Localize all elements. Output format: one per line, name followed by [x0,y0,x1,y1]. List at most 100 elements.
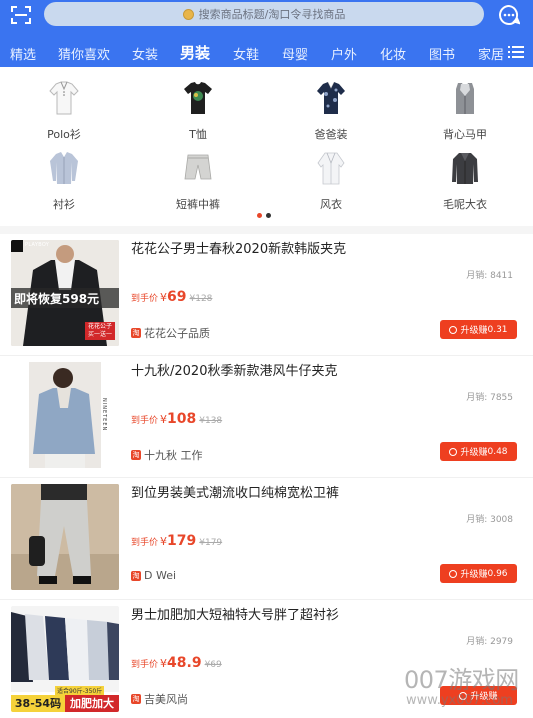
category-label: 毛呢大衣 [443,198,487,211]
shorts-icon [184,154,212,180]
tab-womens[interactable]: 女装 [132,44,158,63]
tab-guess-you-like[interactable]: 猜你喜欢 [58,44,110,63]
tab-cosmetics[interactable]: 化妆 [380,44,406,63]
price-value: 69 [167,289,187,305]
product-image[interactable]: 适合90斤-350斤 38-54码 加肥加大 [11,606,119,712]
price-row: 到手价 ¥48.9 ¥69 [131,652,222,671]
category-trench[interactable]: 风衣 [281,150,381,212]
price-label: 到手价 [131,294,159,304]
category-label: 短裤中裤 [176,198,220,211]
clock-icon [449,325,458,334]
dress-shirt-icon [50,152,78,184]
price-row: 到手价 ¥69 ¥128 [131,286,212,305]
product-image-tag: 加肥加大 [65,695,119,712]
scan-icon[interactable] [10,4,32,26]
tab-books[interactable]: 图书 [429,44,455,63]
category-vest[interactable]: 背心马甲 [415,80,515,142]
price-label: 到手价 [131,660,159,670]
price-value: 48.9 [167,655,202,671]
product-title: 花花公子男士春秋2020新款韩版夹克 [131,242,347,257]
category-label: 背心马甲 [443,128,487,141]
site-watermark: 007游戏网 www.yx007.com [402,660,533,718]
currency-symbol: ¥ [160,413,168,426]
currency-symbol: ¥ [160,535,168,548]
polo-shirt-icon [49,81,79,115]
tab-outdoor[interactable]: 户外 [331,44,357,63]
original-price: ¥69 [204,660,222,670]
product-brand-logo: NINETEEN [101,398,107,432]
product-image-banner: 即将恢复598元 [14,292,100,306]
carousel-dot-active [257,213,262,218]
product-image[interactable]: PLAYBOY 即将恢复598元 花花公子 买一送一 [11,240,119,346]
price-value: 179 [167,533,197,549]
shop-name[interactable]: 淘花花公子品质 [131,325,210,341]
search-coin-icon [182,8,194,20]
category-label: T恤 [189,128,207,141]
search-placeholder: 搜索商品标题/淘口令寻找商品 [198,8,346,21]
tab-featured[interactable]: 精选 [10,44,36,63]
original-price: ¥138 [199,416,223,426]
category-label: 爸爸装 [314,128,348,141]
category-tabs: 精选 猜你喜欢 女装 男装 女鞋 母婴 户外 化妆 图书 家居 [0,36,533,66]
category-dad-wear[interactable]: 爸爸装 [281,80,381,142]
product-image-size: 38-54码 [11,695,65,712]
carousel-dot [266,213,271,218]
upgrade-earn-button[interactable]: 升级赚 0.96 [440,564,517,583]
sales-count: 月销: 8411 [466,271,513,281]
category-tshirt[interactable]: T恤 [148,80,248,142]
product-title: 到位男装美式潮流收口纯棉宽松卫裤 [131,486,340,501]
product-image[interactable] [11,484,119,590]
watermark-url: www.yx007.com [406,693,513,708]
price-label: 到手价 [131,416,159,426]
category-polo[interactable]: Polo衫 [14,80,114,142]
category-label: 风衣 [320,198,342,211]
sales-count: 月销: 2979 [466,637,513,647]
taobao-badge-icon: 淘 [131,694,141,704]
dad-shirt-icon [317,81,345,114]
product-image-range: 适合90斤-350斤 [55,686,105,695]
shop-name[interactable]: 淘吉美风尚 [131,691,188,707]
category-shirt[interactable]: 衬衫 [14,150,114,212]
tab-home[interactable]: 家居 [478,44,504,63]
product-title: 十九秋/2020秋季新款港风牛仔夹克 [131,364,338,379]
search-bar[interactable]: 搜索商品标题/淘口令寻找商品 [44,2,484,26]
top-header: 搜索商品标题/淘口令寻找商品 精选 猜你喜欢 女装 男装 女鞋 母婴 户外 化妆… [0,0,533,67]
upgrade-earn-button[interactable]: 升级赚 0.48 [440,442,517,461]
category-wool-coat[interactable]: 毛呢大衣 [415,150,515,212]
taobao-badge-icon: 淘 [131,450,141,460]
tab-womens-shoes[interactable]: 女鞋 [233,44,259,63]
category-shorts[interactable]: 短裤中裤 [148,150,248,212]
product-card[interactable]: NINETEEN 十九秋/2020秋季新款港风牛仔夹克 月销: 7855 到手价… [0,356,533,476]
original-price: ¥179 [199,538,223,548]
tab-mother-baby[interactable]: 母婴 [282,44,308,63]
price-label: 到手价 [131,538,159,548]
product-title: 男士加肥加大短袖特大号胖了超衬衫 [131,608,340,623]
clock-icon [449,569,458,578]
message-icon[interactable] [498,4,520,26]
product-brand-logo: PLAYBOY [25,242,50,248]
price-row: 到手价 ¥179 ¥179 [131,530,222,549]
upgrade-earn-button[interactable]: 升级赚 0.31 [440,320,517,339]
sweatpants-photo [11,484,119,590]
t-shirt-icon [184,82,212,114]
product-card[interactable]: PLAYBOY 即将恢复598元 花花公子 买一送一 花花公子男士春秋2020新… [0,234,533,354]
taobao-badge-icon: 淘 [131,328,141,338]
shop-name[interactable]: 淘十九秋 工作 [131,447,203,463]
currency-symbol: ¥ [160,291,168,304]
wool-coat-icon [452,153,478,184]
currency-symbol: ¥ [160,657,168,670]
tab-mens[interactable]: 男装 [180,42,210,63]
price-value: 108 [167,411,197,427]
taobao-badge-icon: 淘 [131,570,141,581]
section-divider [0,226,533,234]
trench-coat-icon [317,152,345,185]
product-card[interactable]: 到位男装美式潮流收口纯棉宽松卫裤 月销: 3008 到手价 ¥179 ¥179 淘D… [0,478,533,598]
menu-icon[interactable] [508,46,524,58]
price-row: 到手价 ¥108 ¥138 [131,408,222,427]
sales-count: 月销: 3008 [466,515,513,525]
original-price: ¥128 [189,294,213,304]
shop-name[interactable]: 淘D Wei [131,569,176,582]
category-label: 衬衫 [53,198,75,211]
watermark-title: 007游戏网 [404,666,519,694]
product-image[interactable]: NINETEEN [11,362,119,468]
